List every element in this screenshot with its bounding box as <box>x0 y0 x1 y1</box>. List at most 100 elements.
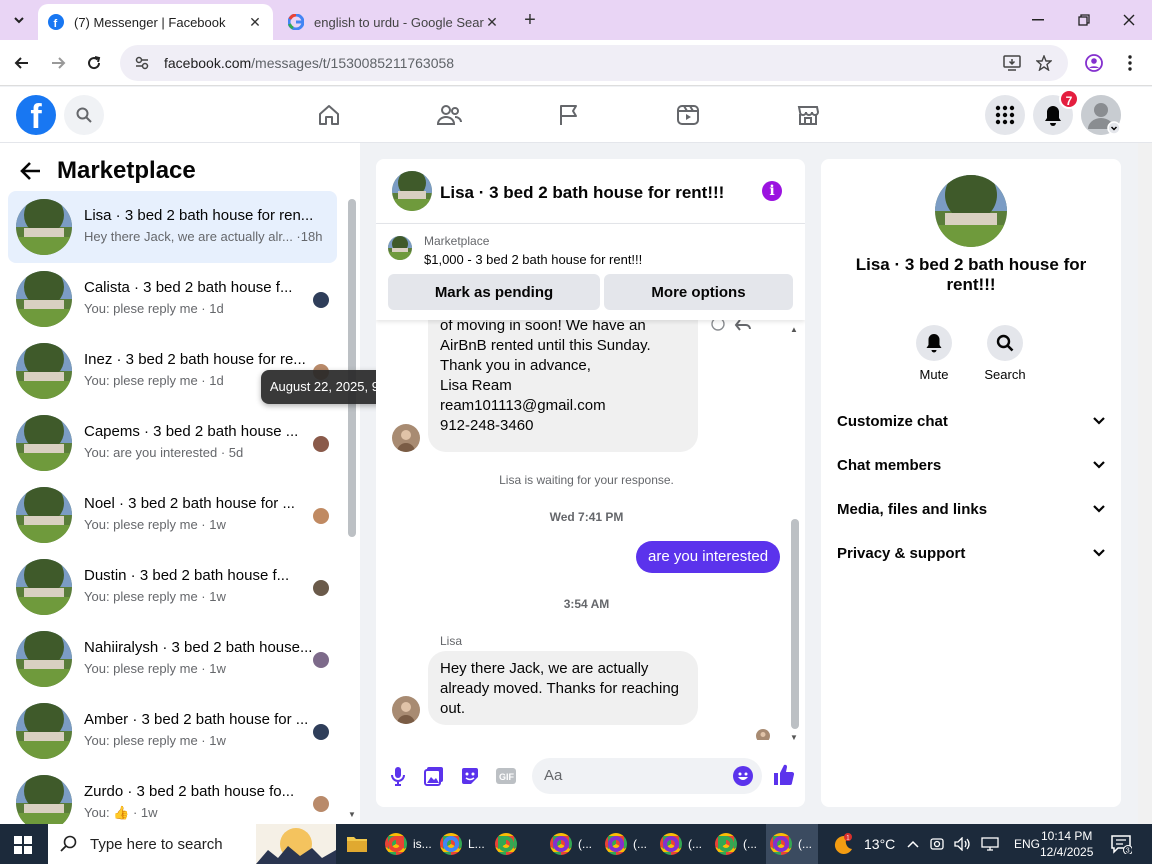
conversation-item[interactable]: Lisa · 3 bed 2 bath house for ren... Hey … <box>8 191 337 263</box>
home-icon[interactable] <box>315 101 343 129</box>
friends-icon[interactable] <box>435 101 463 129</box>
taskbar-chrome-window[interactable]: is... <box>381 824 433 864</box>
bookmark-star-icon[interactable] <box>1032 51 1056 75</box>
read-receipt-avatar <box>313 580 329 596</box>
address-bar[interactable]: facebook.com/messages/t/1530085211763058 <box>120 45 1068 81</box>
listing-title[interactable]: $1,000 - 3 bed 2 bath house for rent!!! <box>424 252 642 267</box>
gif-icon[interactable]: GIF <box>495 765 517 787</box>
chrome-menu-icon[interactable] <box>1118 51 1142 75</box>
notification-badge: 7 <box>1059 89 1079 109</box>
timestamp: 3:54 AM <box>563 597 610 611</box>
language-indicator[interactable]: ENG <box>1014 837 1040 851</box>
conversation-item[interactable]: Capems · 3 bed 2 bath house ... You: are … <box>8 407 337 479</box>
search-conversation-button[interactable]: Search <box>969 325 1041 382</box>
weather-widget[interactable]: 1 13°C <box>832 824 895 864</box>
chat-members-row[interactable]: Chat members <box>837 447 1105 483</box>
camera-privacy-icon[interactable] <box>929 837 945 851</box>
emoji-icon[interactable] <box>732 765 754 787</box>
chrome-icon <box>495 833 517 855</box>
privacy-support-row[interactable]: Privacy & support <box>837 535 1105 571</box>
taskbar-chrome-window[interactable]: (... <box>766 824 818 864</box>
video-reels-icon[interactable] <box>674 101 702 129</box>
browser-tab-messenger[interactable]: f (7) Messenger | Facebook ✕ <box>38 4 273 40</box>
page-scrollbar[interactable] <box>1138 143 1152 824</box>
taskbar-chrome-window[interactable]: (... <box>656 824 708 864</box>
mute-button[interactable]: Mute <box>898 325 970 382</box>
reload-icon[interactable] <box>82 51 106 75</box>
marketplace-store-icon[interactable] <box>794 101 822 129</box>
conversation-name: Dustin · 3 bed 2 bath house f... <box>84 567 290 584</box>
incoming-message[interactable]: Hey there Jack, we are actually already … <box>428 651 698 725</box>
conversation-item[interactable]: Dustin · 3 bed 2 bath house f... You: ple… <box>8 551 337 623</box>
chat-scrollbar[interactable] <box>791 519 799 729</box>
like-thumbs-up-icon[interactable] <box>772 763 796 787</box>
tab-search-chevron-icon[interactable] <box>6 8 32 32</box>
close-window-icon[interactable] <box>1119 10 1139 30</box>
close-tab-icon[interactable]: ✕ <box>484 14 500 30</box>
site-settings-icon[interactable] <box>134 55 150 71</box>
chevron-up-icon[interactable] <box>906 839 920 849</box>
chat-avatar[interactable] <box>392 171 432 211</box>
back-arrow-icon[interactable] <box>10 51 34 75</box>
media-files-links-row[interactable]: Media, files and links <box>837 491 1105 527</box>
conversation-avatar <box>16 487 72 543</box>
taskbar-chrome-window[interactable] <box>491 824 543 864</box>
outgoing-message[interactable]: are you interested <box>636 541 781 573</box>
conversation-item[interactable]: Amber · 3 bed 2 bath house for ... You: p… <box>8 695 337 767</box>
message-line: out. <box>440 700 466 717</box>
close-tab-icon[interactable]: ✕ <box>247 14 263 30</box>
conversation-preview: You: plese reply me · 1w <box>84 517 226 532</box>
sticker-icon[interactable] <box>459 765 481 787</box>
conversation-list-scrollbar[interactable] <box>348 199 356 537</box>
sender-avatar[interactable] <box>392 696 420 724</box>
install-app-icon[interactable] <box>1000 51 1024 75</box>
chat-title[interactable]: Lisa · 3 bed 2 bath house for rent!!! <box>440 183 724 203</box>
clock[interactable]: 10:14 PM 12/4/2025 <box>1040 824 1093 864</box>
file-explorer-icon[interactable] <box>346 824 370 864</box>
listing-thumbnail[interactable] <box>388 236 412 260</box>
chevron-down-icon <box>1093 461 1105 469</box>
conversation-item[interactable]: Nahiiralysh · 3 bed 2 bath house... You: … <box>8 623 337 695</box>
chat-scroll-down-icon[interactable]: ▼ <box>790 733 798 742</box>
photo-gallery-icon[interactable] <box>423 765 445 787</box>
customize-chat-row[interactable]: Customize chat <box>837 403 1105 439</box>
message-line: ream101113@gmail.com <box>440 397 606 414</box>
forward-arrow-icon[interactable] <box>46 51 70 75</box>
conversation-item[interactable]: Calista · 3 bed 2 bath house f... You: pl… <box>8 263 337 335</box>
conversation-name: Inez · 3 bed 2 bath house for re... <box>84 351 306 368</box>
microphone-icon[interactable] <box>387 765 409 787</box>
taskbar-chrome-window[interactable]: L... <box>436 824 488 864</box>
more-options-button[interactable]: More options <box>604 274 793 310</box>
facebook-logo-icon[interactable]: f <box>16 95 56 135</box>
chat-scroll-up-icon[interactable]: ▲ <box>790 325 798 334</box>
chrome-icon <box>770 833 792 855</box>
message-input[interactable]: Aa <box>532 758 762 794</box>
scroll-down-arrow-icon[interactable]: ▼ <box>347 810 357 819</box>
profile-avatar[interactable] <box>935 175 1007 247</box>
network-icon[interactable] <box>981 837 999 851</box>
taskbar-search-box[interactable]: Type here to search <box>48 824 336 864</box>
restore-icon[interactable] <box>1074 10 1094 30</box>
conversation-item[interactable]: Noel · 3 bed 2 bath house for ... You: pl… <box>8 479 337 551</box>
incoming-message[interactable]: of moving in soon! We have an AirBnB ren… <box>428 320 698 452</box>
volume-icon[interactable] <box>954 837 972 851</box>
info-icon[interactable]: i <box>762 181 782 201</box>
back-arrow-icon[interactable] <box>20 161 44 183</box>
sender-avatar[interactable] <box>392 424 420 452</box>
conversation-item[interactable]: Zurdo · 3 bed 2 bath house fo... You: 👍 ·… <box>8 767 337 824</box>
new-tab-plus-icon[interactable]: + <box>518 10 542 32</box>
browser-tab-google[interactable]: english to urdu - Google Search ✕ <box>278 4 510 40</box>
taskbar-chrome-window[interactable]: (... <box>546 824 598 864</box>
pages-flag-icon[interactable] <box>555 101 583 129</box>
account-avatar[interactable] <box>1081 95 1121 135</box>
profile-icon[interactable] <box>1082 51 1106 75</box>
menu-grid-icon[interactable] <box>985 95 1025 135</box>
search-icon[interactable] <box>64 95 104 135</box>
taskbar-chrome-window[interactable]: (... <box>711 824 763 864</box>
mark-as-pending-button[interactable]: Mark as pending <box>388 274 600 310</box>
taskbar-search-placeholder: Type here to search <box>90 835 223 853</box>
windows-start-icon[interactable] <box>14 836 32 854</box>
taskbar-chrome-window[interactable]: (... <box>601 824 653 864</box>
minimize-icon[interactable] <box>1028 10 1048 30</box>
notification-center-icon[interactable]: 3 <box>1110 824 1132 864</box>
